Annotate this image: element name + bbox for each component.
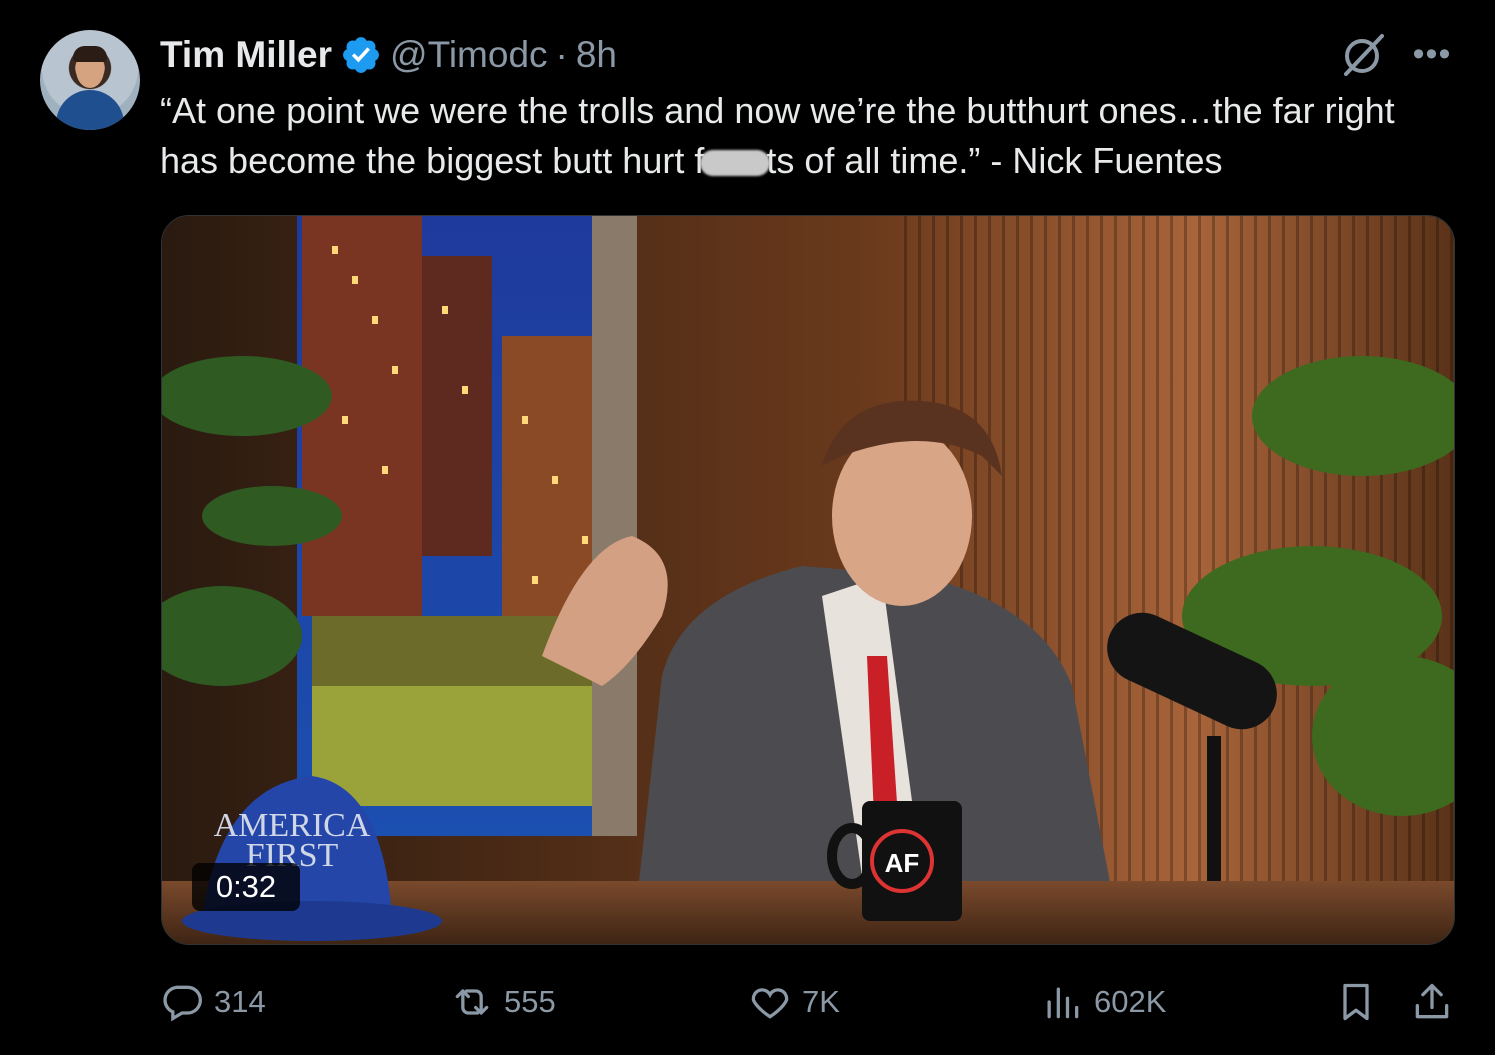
verified-badge-icon[interactable] xyxy=(340,34,382,76)
action-bar: 314 555 7K 602K xyxy=(160,975,1455,1029)
redaction-blur xyxy=(700,150,771,177)
mug-logo: AF xyxy=(885,848,920,878)
author-name[interactable]: Tim Miller xyxy=(160,34,332,76)
video-duration-badge: 0:32 xyxy=(192,863,300,911)
avatar-hair xyxy=(73,46,107,62)
repost-icon xyxy=(455,989,489,1015)
tweet-header: Tim Miller @Timodc · 8h xyxy=(160,32,617,78)
reply-icon xyxy=(163,985,202,1022)
repost-count: 555 xyxy=(504,984,556,1019)
repost-button[interactable]: 555 xyxy=(450,975,556,1029)
views-button[interactable]: 602K xyxy=(1040,975,1166,1029)
like-button[interactable]: 7K xyxy=(748,975,840,1029)
tweet-text-part2: ts of all time.” - Nick Fuentes xyxy=(766,140,1223,181)
views-icon xyxy=(1047,987,1079,1019)
reply-button[interactable]: 314 xyxy=(160,975,266,1029)
bookmark-button[interactable] xyxy=(1334,975,1378,1029)
video-frame: AF AMERICA FIRST xyxy=(162,216,1454,944)
video-player[interactable]: AF AMERICA FIRST xyxy=(161,215,1455,945)
share-button[interactable] xyxy=(1410,975,1454,1029)
views-count: 602K xyxy=(1094,984,1167,1019)
more-icon[interactable]: ••• xyxy=(1410,34,1454,74)
avatar[interactable] xyxy=(40,30,140,130)
bookmark-icon xyxy=(1343,983,1369,1021)
author-handle[interactable]: @Timodc xyxy=(390,34,548,76)
grok-icon[interactable] xyxy=(1340,30,1388,78)
avatar-shirt xyxy=(56,90,124,130)
like-count: 7K xyxy=(802,984,840,1019)
separator-dot: · xyxy=(555,34,568,75)
share-icon xyxy=(1415,983,1449,1019)
like-icon xyxy=(751,988,789,1019)
tweet-text: “At one point we were the trolls and now… xyxy=(160,86,1450,186)
reply-count: 314 xyxy=(214,984,266,1019)
tweet-timestamp[interactable]: 8h xyxy=(576,34,617,76)
